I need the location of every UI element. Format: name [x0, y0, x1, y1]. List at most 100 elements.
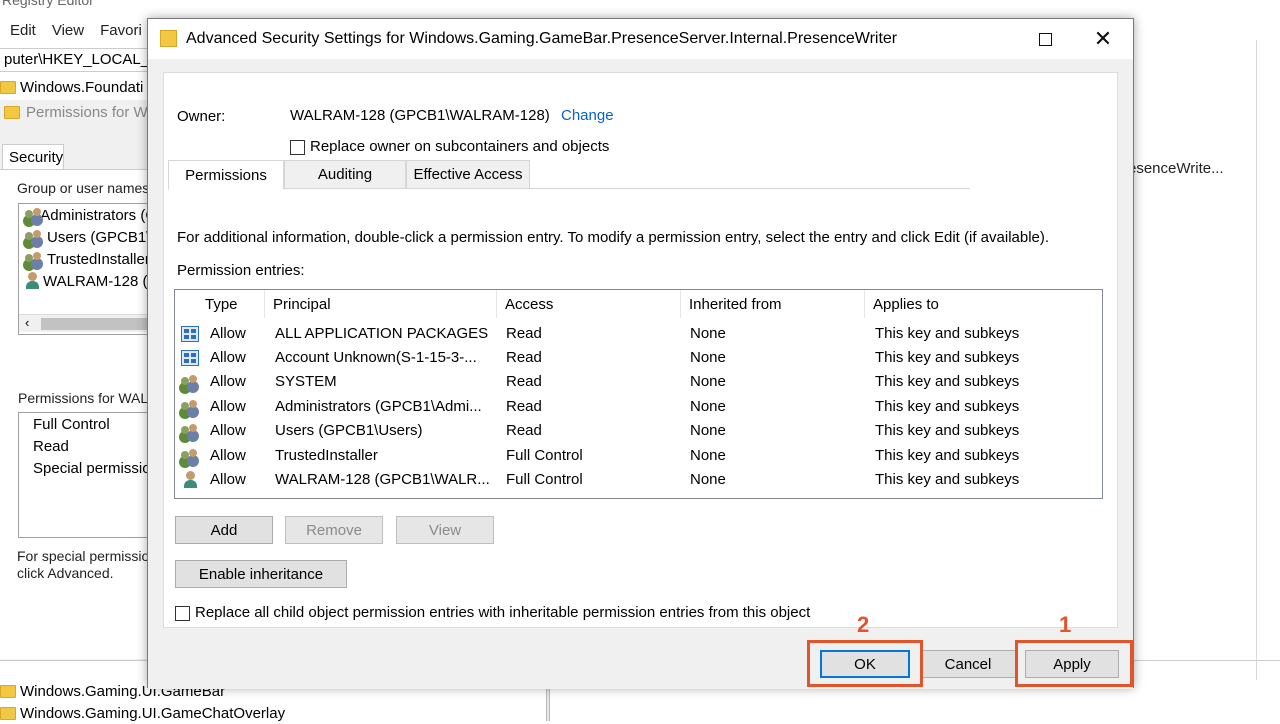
group-list[interactable]: Administrators (G Users (GPCB1\ TrustedI… — [18, 203, 158, 335]
close-button[interactable]: ✕ — [1074, 19, 1132, 59]
tab-divider — [168, 188, 970, 189]
users-icon — [181, 399, 199, 415]
entry-inherited: None — [690, 325, 726, 342]
users-icon — [181, 448, 199, 464]
table-row[interactable]: Allow Account Unknown(S-1-15-3-... Read … — [175, 346, 1102, 370]
enable-inheritance-button[interactable]: Enable inheritance — [175, 560, 347, 588]
permission-row: Special permission — [33, 459, 158, 477]
add-button[interactable]: Add — [175, 516, 273, 544]
entry-inherited: None — [690, 373, 726, 390]
apply-highlight-box — [1015, 640, 1133, 687]
group-names-label: Group or user names: — [17, 180, 154, 196]
entry-applies: This key and subkeys — [875, 349, 1020, 366]
tree-item-label: Windows.Foundati — [20, 78, 144, 96]
entry-type: Allow — [210, 422, 246, 439]
entry-principal: SYSTEM — [275, 373, 337, 390]
users-icon — [181, 374, 199, 390]
column-header-principal[interactable]: Principal — [265, 290, 497, 318]
tab-security[interactable]: Security — [2, 144, 64, 170]
tree-item-label: Windows.Gaming.UI.GameChatOverlay — [20, 704, 286, 722]
entry-type: Allow — [210, 398, 246, 415]
folder-icon — [0, 80, 16, 94]
tab-permissions[interactable]: Permissions — [168, 160, 284, 190]
permission-row: Full Control — [33, 415, 110, 433]
entry-applies: This key and subkeys — [875, 422, 1020, 439]
column-header-access[interactable]: Access — [497, 290, 681, 318]
menu-edit[interactable]: Edit — [10, 22, 36, 46]
users-icon — [25, 229, 43, 245]
entry-inherited: None — [690, 447, 726, 464]
app-package-icon — [181, 326, 199, 342]
entry-access: Full Control — [506, 471, 583, 488]
app-package-icon — [181, 350, 199, 366]
table-row[interactable]: Allow SYSTEM Read None This key and subk… — [175, 370, 1102, 394]
close-icon: ✕ — [1093, 26, 1113, 51]
menu-view[interactable]: View — [52, 22, 84, 46]
owner-label: Owner: — [177, 108, 226, 125]
folder-icon — [0, 684, 16, 698]
entry-principal: ALL APPLICATION PACKAGES — [275, 325, 489, 342]
menu-favorites[interactable]: Favori — [100, 22, 142, 46]
tab-auditing[interactable]: Auditing — [284, 160, 406, 189]
permission-entries-label: Permission entries: — [177, 262, 305, 279]
permissions-for-label: Permissions for WAL — [18, 390, 149, 406]
folder-icon — [160, 30, 177, 47]
step-number-apply: 1 — [1059, 612, 1072, 637]
table-row[interactable]: Allow ALL APPLICATION PACKAGES Read None… — [175, 322, 1102, 346]
entry-inherited: None — [690, 398, 726, 415]
permission-entries-table[interactable]: Type Principal Access Inherited from App… — [174, 289, 1103, 499]
maximize-button[interactable] — [1016, 19, 1074, 59]
entry-principal: Account Unknown(S-1-15-3-... — [275, 349, 477, 366]
table-row[interactable]: Allow Users (GPCB1\Users) Read None This… — [175, 419, 1102, 443]
entry-access: Read — [506, 349, 542, 366]
entry-principal: TrustedInstaller — [275, 447, 378, 464]
replace-child-permissions-label: Replace all child object permission entr… — [195, 604, 811, 621]
table-row[interactable]: Allow WALRAM-128 (GPCB1\WALR... Full Con… — [175, 468, 1102, 492]
remove-button[interactable]: Remove — [285, 516, 383, 544]
cancel-button[interactable]: Cancel — [920, 650, 1016, 678]
replace-child-permissions-checkbox[interactable] — [175, 606, 190, 621]
entry-access: Read — [506, 373, 542, 390]
tab-effective-access[interactable]: Effective Access — [406, 160, 530, 189]
view-button[interactable]: View — [396, 516, 494, 544]
replace-owner-checkbox[interactable] — [290, 140, 305, 155]
column-header-inherited-from[interactable]: Inherited from — [681, 290, 865, 318]
entry-type: Allow — [210, 325, 246, 342]
table-row[interactable]: Allow Administrators (GPCB1\Admi... Read… — [175, 395, 1102, 419]
entry-access: Full Control — [506, 447, 583, 464]
user-icon — [25, 272, 39, 290]
permissions-window-title: Permissions for W — [4, 104, 148, 121]
tree-item-windows-foundation[interactable]: Windows.Foundati — [0, 76, 143, 98]
entry-type: Allow — [210, 373, 246, 390]
scroll-left-icon[interactable]: ‹ — [25, 315, 29, 330]
entry-inherited: None — [690, 422, 726, 439]
entry-principal: Users (GPCB1\Users) — [275, 422, 423, 439]
pane-splitter[interactable] — [546, 688, 550, 721]
table-row[interactable]: Allow TrustedInstaller Full Control None… — [175, 444, 1102, 468]
ok-highlight-box — [807, 640, 923, 687]
owner-value: WALRAM-128 (GPCB1\WALRAM-128) — [290, 107, 550, 124]
scrollbar-thumb[interactable] — [41, 318, 151, 330]
horizontal-scrollbar[interactable]: ‹ — [19, 314, 157, 332]
dialog-title: Advanced Security Settings for Windows.G… — [186, 30, 898, 47]
step-number-ok: 2 — [857, 612, 870, 637]
entry-applies: This key and subkeys — [875, 471, 1020, 488]
group-row[interactable]: TrustedInstaller — [19, 248, 157, 270]
dialog-titlebar[interactable]: Advanced Security Settings for Windows.G… — [148, 19, 1133, 59]
change-owner-link[interactable]: Change — [561, 107, 614, 124]
entry-type: Allow — [210, 447, 246, 464]
permission-list: Full Control Read Special permission — [18, 412, 158, 538]
group-row[interactable]: WALRAM-128 ( — [19, 270, 157, 292]
entry-type: Allow — [210, 349, 246, 366]
column-header-applies-to[interactable]: Applies to — [865, 290, 1102, 318]
column-header-type[interactable]: Type — [197, 290, 265, 318]
registry-value-text: esenceWrite... — [1128, 160, 1224, 177]
group-row[interactable]: Users (GPCB1\ — [19, 226, 157, 248]
entry-inherited: None — [690, 349, 726, 366]
entry-inherited: None — [690, 471, 726, 488]
address-bar[interactable]: puter\HKEY_LOCAL_M — [0, 48, 150, 72]
group-row[interactable]: Administrators (G — [19, 204, 157, 226]
special-permission-note: For special permission — [17, 548, 158, 564]
permissions-window: Permissions for W Security Group or user… — [0, 100, 158, 660]
entry-applies: This key and subkeys — [875, 373, 1020, 390]
